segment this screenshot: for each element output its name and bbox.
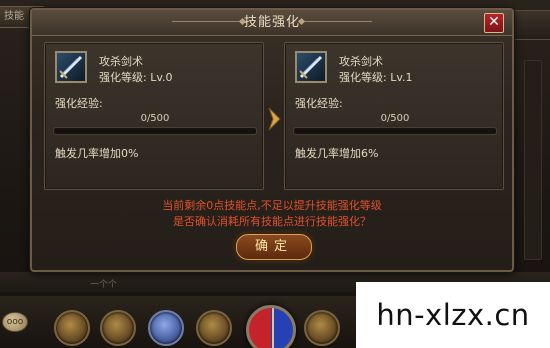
hp-mp-orb [246, 305, 296, 348]
close-button[interactable]: ✕ [484, 13, 504, 33]
skill-slot-2[interactable] [100, 310, 136, 346]
skill-level: 强化等级: Lv.0 [99, 71, 173, 84]
confirm-button[interactable]: 确定 [236, 234, 312, 260]
exp-label: 强化经验: [295, 97, 343, 110]
background-right-tab [514, 10, 550, 40]
skill-slot-4[interactable] [196, 310, 232, 346]
trigger-rate: 触发几率增加6% [295, 147, 379, 160]
skill-name: 攻杀剑术 [99, 55, 143, 68]
chat-icon[interactable]: ooo [2, 312, 28, 332]
exp-bar [293, 127, 497, 135]
trigger-rate: 触发几率增加0% [55, 147, 139, 160]
skill-enhance-dialog: 技能强化 ✕ 攻杀剑术 强化等级: Lv.0 强化经验: 0/500 触发几率增… [30, 8, 514, 272]
watermark: hn-xlzx.cn [356, 282, 550, 348]
confirm-message: 当前剩余0点技能点,不足以提升技能强化等级 是否确认消耗所有技能点进行技能强化？ [32, 198, 512, 230]
exp-value: 0/500 [380, 113, 410, 124]
chevron-right-icon [268, 107, 281, 131]
message-line-2: 是否确认消耗所有技能点进行技能强化？ [173, 215, 371, 228]
background-scrollbar [524, 60, 542, 260]
skill-slot-1[interactable] [54, 310, 90, 346]
background-bottom-label: 一个个 [90, 280, 118, 290]
exp-label: 强化经验: [55, 97, 103, 110]
sword-skill-icon [55, 51, 87, 83]
next-skill-panel: 攻杀剑术 强化等级: Lv.1 强化经验: 0/500 触发几率增加6% [284, 42, 504, 190]
skill-slot-5[interactable] [304, 310, 340, 346]
skill-name: 攻杀剑术 [339, 55, 383, 68]
current-skill-panel: 攻杀剑术 强化等级: Lv.0 强化经验: 0/500 触发几率增加0% [44, 42, 264, 190]
exp-value: 0/500 [140, 113, 170, 124]
title-ornament-right [302, 21, 372, 25]
skill-slot-3[interactable] [148, 310, 184, 346]
dialog-title: 技能强化 [243, 15, 300, 30]
message-line-1: 当前剩余0点技能点,不足以提升技能强化等级 [162, 199, 382, 212]
skill-level: 强化等级: Lv.1 [339, 71, 413, 84]
sword-skill-icon [295, 51, 327, 83]
exp-bar [53, 127, 257, 135]
